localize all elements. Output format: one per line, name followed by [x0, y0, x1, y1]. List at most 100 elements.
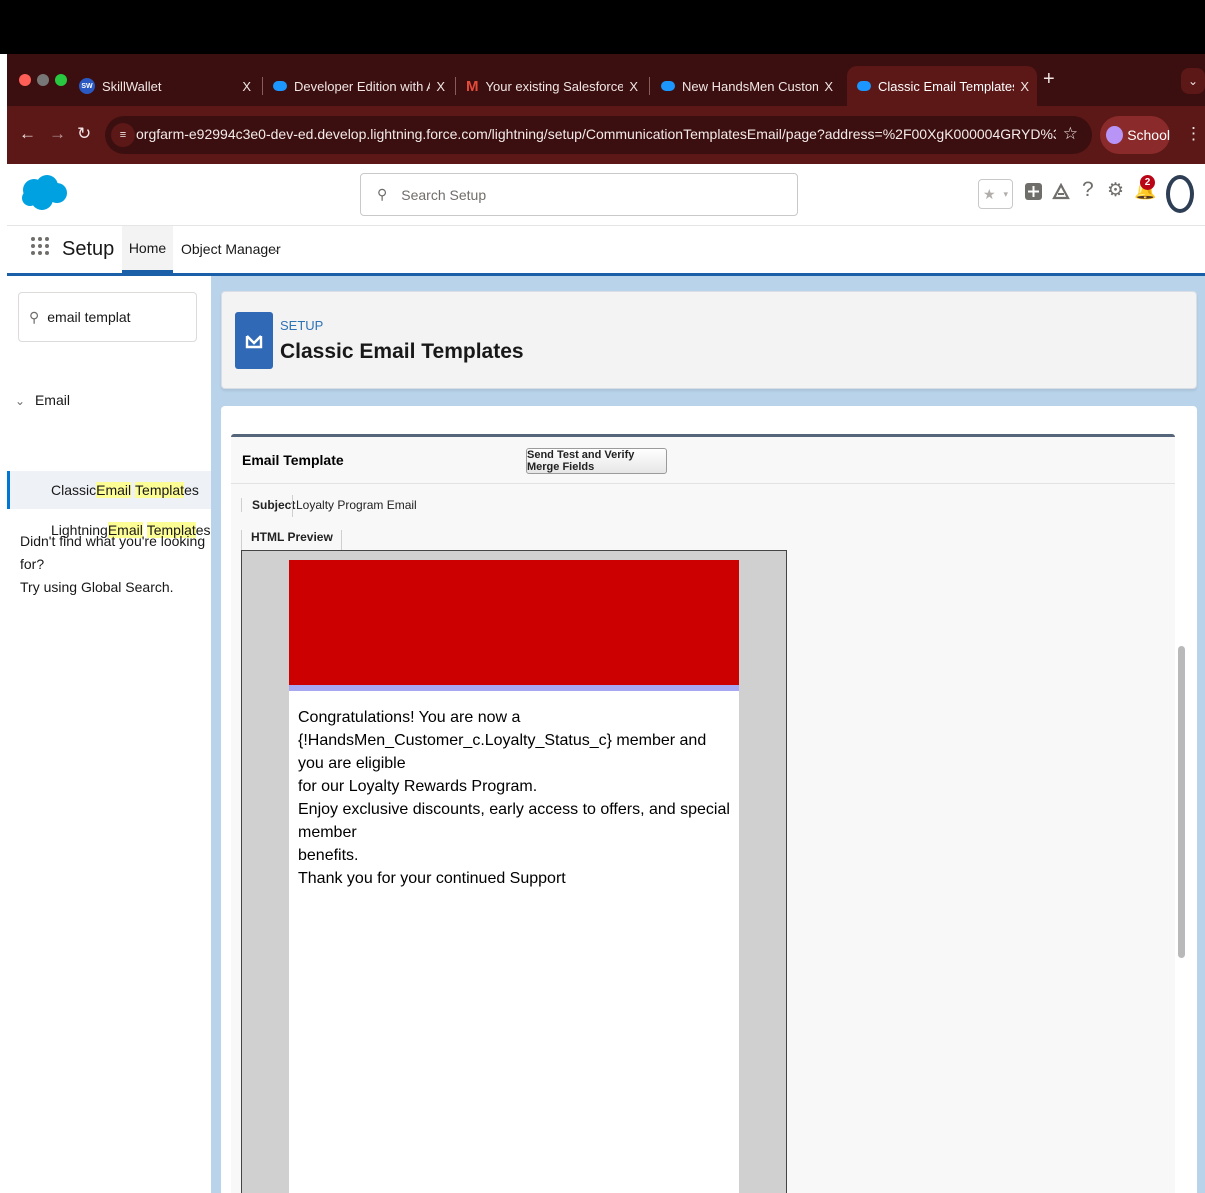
tree-group-label: Email — [34, 392, 70, 408]
browser-tab-classic-email-templates[interactable]: Classic Email Templates | Sale X — [847, 66, 1037, 106]
tab-html-preview[interactable]: HTML Preview — [241, 530, 342, 550]
tab-close-icon[interactable]: X — [242, 79, 251, 94]
chevron-down-icon: ⌄ — [15, 394, 26, 408]
not-found-line: Didn't find what you're looking for? — [20, 533, 206, 572]
favorites-chevron-icon: ▾ — [1003, 188, 1009, 199]
setup-search-input[interactable]: ⚲ Search Setup — [360, 173, 798, 216]
browser-tab-skillwallet[interactable]: SW SkillWallet X — [69, 66, 259, 106]
app-launcher-icon[interactable] — [31, 237, 49, 255]
salesforce-logo-icon[interactable] — [20, 174, 68, 212]
email-template-icon — [235, 312, 273, 369]
help-icon[interactable]: ? — [1082, 178, 1094, 202]
tab-close-icon[interactable]: X — [824, 79, 833, 94]
screen-top-band — [0, 0, 1205, 54]
html-preview-frame: Congratulations! You are now a {!HandsMe… — [241, 550, 787, 1193]
page-body: Email Template Send Test and Verify Merg… — [221, 406, 1197, 1193]
favorites-star-icon: ★ — [982, 185, 996, 202]
tab-search-chevron-icon[interactable]: ⌄ — [1181, 68, 1205, 94]
maximize-window-dot[interactable] — [55, 74, 67, 86]
body-line: {!HandsMen_Customer_c.Loyalty_Status_c} … — [298, 732, 707, 772]
profile-label: School — [1127, 127, 1170, 143]
reload-icon[interactable]: ↻ — [77, 124, 91, 144]
salesforce-icon — [857, 81, 871, 91]
tab-title: SkillWallet — [102, 78, 162, 94]
tab-title: Your existing Salesforce Deve — [485, 78, 624, 94]
divider — [231, 483, 1175, 484]
minimize-window-dot[interactable] — [37, 74, 49, 86]
email-template-panel: Email Template Send Test and Verify Merg… — [231, 434, 1175, 1193]
search-placeholder: Search Setup — [401, 186, 487, 203]
page-title: Classic Email Templates — [280, 340, 524, 363]
browser-toolbar: ← → ↻ ≡ orgfarm-e92994c3e0-dev-ed.develo… — [7, 106, 1205, 164]
skillwallet-icon: SW — [79, 78, 95, 94]
panel-title: Email Template — [242, 452, 344, 468]
page-scrollbar[interactable] — [1178, 646, 1185, 958]
nav-home-tab[interactable]: Home — [122, 226, 173, 273]
body-line: Thank you for your continued Support — [298, 870, 566, 887]
search-icon: ⚲ — [29, 308, 40, 325]
divider — [292, 495, 293, 517]
salesforce-icon — [273, 81, 287, 91]
tab-close-icon[interactable]: X — [629, 79, 638, 94]
trailhead-icon[interactable] — [1052, 183, 1070, 201]
browser-tab-developer-edition[interactable]: Developer Edition with Agentf X — [263, 66, 453, 106]
tab-close-icon[interactable]: X — [436, 79, 445, 94]
search-icon: ⚲ — [377, 186, 388, 202]
profile-button[interactable]: School — [1100, 116, 1170, 154]
setup-gear-icon[interactable]: ⚙ — [1107, 179, 1124, 202]
browser-tab-handsmen-customer[interactable]: New HandsMen Customer | Sa X — [651, 66, 841, 106]
profile-avatar-icon — [1106, 126, 1124, 144]
close-window-dot[interactable] — [19, 74, 31, 86]
tab-title: Developer Edition with Agentf — [294, 78, 430, 94]
tab-title: New HandsMen Customer | Sa — [682, 78, 819, 94]
site-info-icon[interactable]: ≡ — [111, 123, 135, 147]
email-body-text: Congratulations! You are now a {!HandsMe… — [298, 706, 734, 890]
not-found-help: Didn't find what you're looking for? Try… — [20, 530, 210, 599]
nav-object-manager-tab[interactable]: Object Manager — [181, 241, 281, 257]
browser-tab-strip: SW SkillWallet X Developer Edition with … — [7, 54, 1205, 106]
tab-title: Classic Email Templates | Sale — [878, 78, 1015, 94]
body-line: Enjoy exclusive discounts, early access … — [298, 801, 730, 841]
page-header-label: SETUP — [280, 318, 324, 333]
browser-menu-icon[interactable]: ⋮ — [1185, 124, 1202, 144]
sidebar-item-classic-email-templates[interactable]: Classic Email Templat es — [7, 471, 211, 509]
setup-tree-sidebar: ⚲ email templat ⌄ Email Classic Email Te… — [7, 276, 211, 1193]
favorites-button[interactable]: ★ ▾ — [978, 179, 1013, 209]
send-test-button[interactable]: Send Test and Verify Merge Fields — [526, 448, 667, 474]
page-header: SETUP Classic Email Templates — [221, 291, 1197, 389]
tab-close-icon[interactable]: X — [1020, 79, 1029, 94]
quick-find-input[interactable]: ⚲ email templat — [18, 292, 197, 342]
body-line: benefits. — [298, 847, 359, 864]
chevron-down-icon[interactable]: ⌄ — [271, 241, 281, 255]
body-line: for our Loyalty Rewards Program. — [298, 778, 538, 795]
global-search-link[interactable]: Try using Global Search. — [20, 576, 210, 599]
user-avatar[interactable] — [1166, 175, 1194, 213]
body-line: Congratulations! You are now a — [298, 709, 521, 726]
email-header-banner — [289, 560, 739, 685]
salesforce-global-header: ⚲ Search Setup ★ ▾ ? ⚙ 🔔 2 — [7, 164, 1205, 226]
tab-separator — [649, 77, 650, 95]
item-text: es — [184, 482, 199, 498]
new-tab-button[interactable]: + — [1043, 68, 1055, 91]
global-actions-icon[interactable] — [1025, 183, 1042, 200]
subject-value: Loyalty Program Email — [296, 498, 417, 512]
browser-tab-gmail[interactable]: M Your existing Salesforce Deve X — [456, 66, 646, 106]
app-name: Setup — [62, 238, 115, 260]
notification-count-badge: 2 — [1140, 175, 1155, 190]
back-arrow-icon[interactable]: ← — [19, 124, 36, 144]
nav-home-label: Home — [128, 240, 167, 256]
gmail-icon: M — [466, 77, 479, 95]
search-highlight: Email — [96, 482, 132, 498]
forward-arrow-icon[interactable]: → — [49, 124, 66, 144]
browser-window: SW SkillWallet X Developer Edition with … — [7, 54, 1205, 1193]
address-bar[interactable]: ≡ orgfarm-e92994c3e0-dev-ed.develop.ligh… — [105, 116, 1092, 154]
email-header-divider — [289, 685, 739, 691]
bookmark-star-icon[interactable]: ☆ — [1063, 124, 1078, 144]
tree-group-email[interactable]: ⌄ Email — [15, 392, 70, 408]
item-text: Classic — [51, 482, 97, 498]
quick-find-value: email templat — [47, 309, 131, 325]
url-text[interactable]: orgfarm-e92994c3e0-dev-ed.develop.lightn… — [136, 126, 1056, 142]
email-body: Congratulations! You are now a {!HandsMe… — [289, 560, 739, 1193]
setup-app-nav: Setup Home Object Manager ⌄ — [7, 226, 1205, 276]
subject-label: Subject — [241, 498, 295, 512]
